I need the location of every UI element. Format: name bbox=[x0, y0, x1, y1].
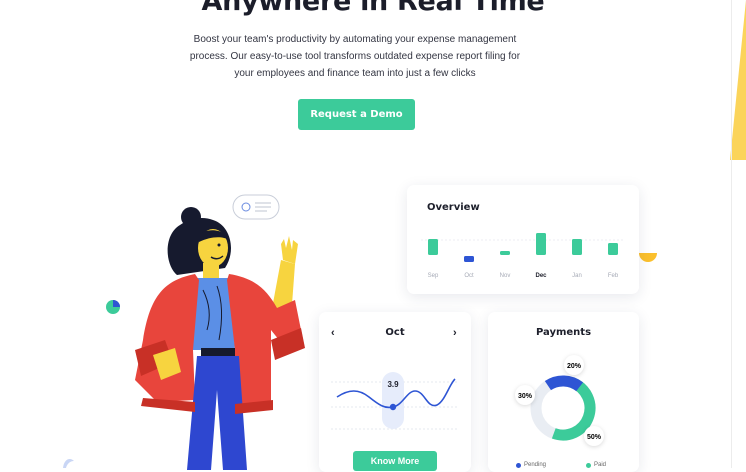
overview-bar bbox=[536, 233, 546, 255]
overview-card: Overview Sep Oct Nov Dec Jan Feb bbox=[407, 185, 639, 294]
month-label: Oct bbox=[385, 327, 405, 338]
decorative-yellow-shape bbox=[730, 0, 746, 160]
request-demo-button[interactable]: Request a Demo bbox=[298, 99, 415, 130]
page-divider bbox=[731, 0, 732, 468]
legend-label: Paid bbox=[594, 462, 607, 468]
hero-title: Anywhere in Real Time bbox=[201, 0, 545, 17]
month-header: ‹ Oct › bbox=[319, 327, 471, 341]
month-card: ‹ Oct › 3.9 Know More bbox=[319, 312, 471, 472]
hero-subtitle-line: your employees and finance team into jus… bbox=[234, 68, 476, 79]
donut-label-20: 20% bbox=[567, 363, 582, 370]
decorative-half-circle-icon bbox=[639, 253, 657, 262]
donut-segment-20 bbox=[544, 375, 584, 392]
overview-bar bbox=[608, 243, 618, 255]
donut-label-50: 50% bbox=[587, 434, 602, 441]
know-more-button[interactable]: Know More bbox=[353, 451, 437, 471]
speech-bubble-icon bbox=[232, 194, 280, 220]
payments-title: Payments bbox=[535, 327, 592, 338]
overview-bar bbox=[500, 251, 510, 255]
overview-month-label: Sep bbox=[428, 273, 439, 279]
chevron-right-icon[interactable]: › bbox=[453, 327, 457, 339]
hero-subtitle: Boost your team's productivity by automa… bbox=[165, 31, 545, 82]
trend-line-chart: 3.9 bbox=[331, 372, 459, 430]
overview-bar bbox=[464, 256, 474, 262]
overview-bar bbox=[428, 239, 438, 255]
overview-month-label: Feb bbox=[608, 273, 619, 279]
trend-point bbox=[389, 403, 397, 411]
legend-pending: Pending bbox=[516, 462, 546, 468]
payments-card: Payments 20% 30% 50% Pending Paid bbox=[488, 312, 639, 472]
legend-paid: Paid bbox=[586, 462, 606, 468]
woman-illustration bbox=[106, 194, 305, 470]
overview-title: Overview bbox=[427, 202, 480, 213]
legend-label: Pending bbox=[524, 462, 547, 468]
legend-dot bbox=[586, 462, 591, 468]
hero-subtitle-line: Boost your team's productivity by automa… bbox=[193, 34, 517, 45]
hero-subtitle-line: process. Our easy-to-use tool transforms… bbox=[189, 51, 521, 62]
overview-month-label: Jan bbox=[572, 273, 582, 279]
pie-chart-icon bbox=[106, 300, 120, 314]
overview-month-label: Oct bbox=[464, 273, 474, 279]
legend-dot bbox=[516, 462, 521, 468]
overview-bar bbox=[572, 239, 582, 255]
decorative-leaf-icon bbox=[63, 459, 74, 468]
donut-label-30: 30% bbox=[518, 393, 533, 400]
payments-donut-chart: 20% 30% 50% bbox=[515, 355, 604, 446]
overview-bar-chart: Sep Oct Nov Dec Jan Feb bbox=[421, 233, 623, 279]
overview-month-label: Dec bbox=[535, 273, 547, 279]
trend-value: 3.9 bbox=[387, 380, 399, 389]
overview-month-label: Nov bbox=[500, 273, 511, 279]
